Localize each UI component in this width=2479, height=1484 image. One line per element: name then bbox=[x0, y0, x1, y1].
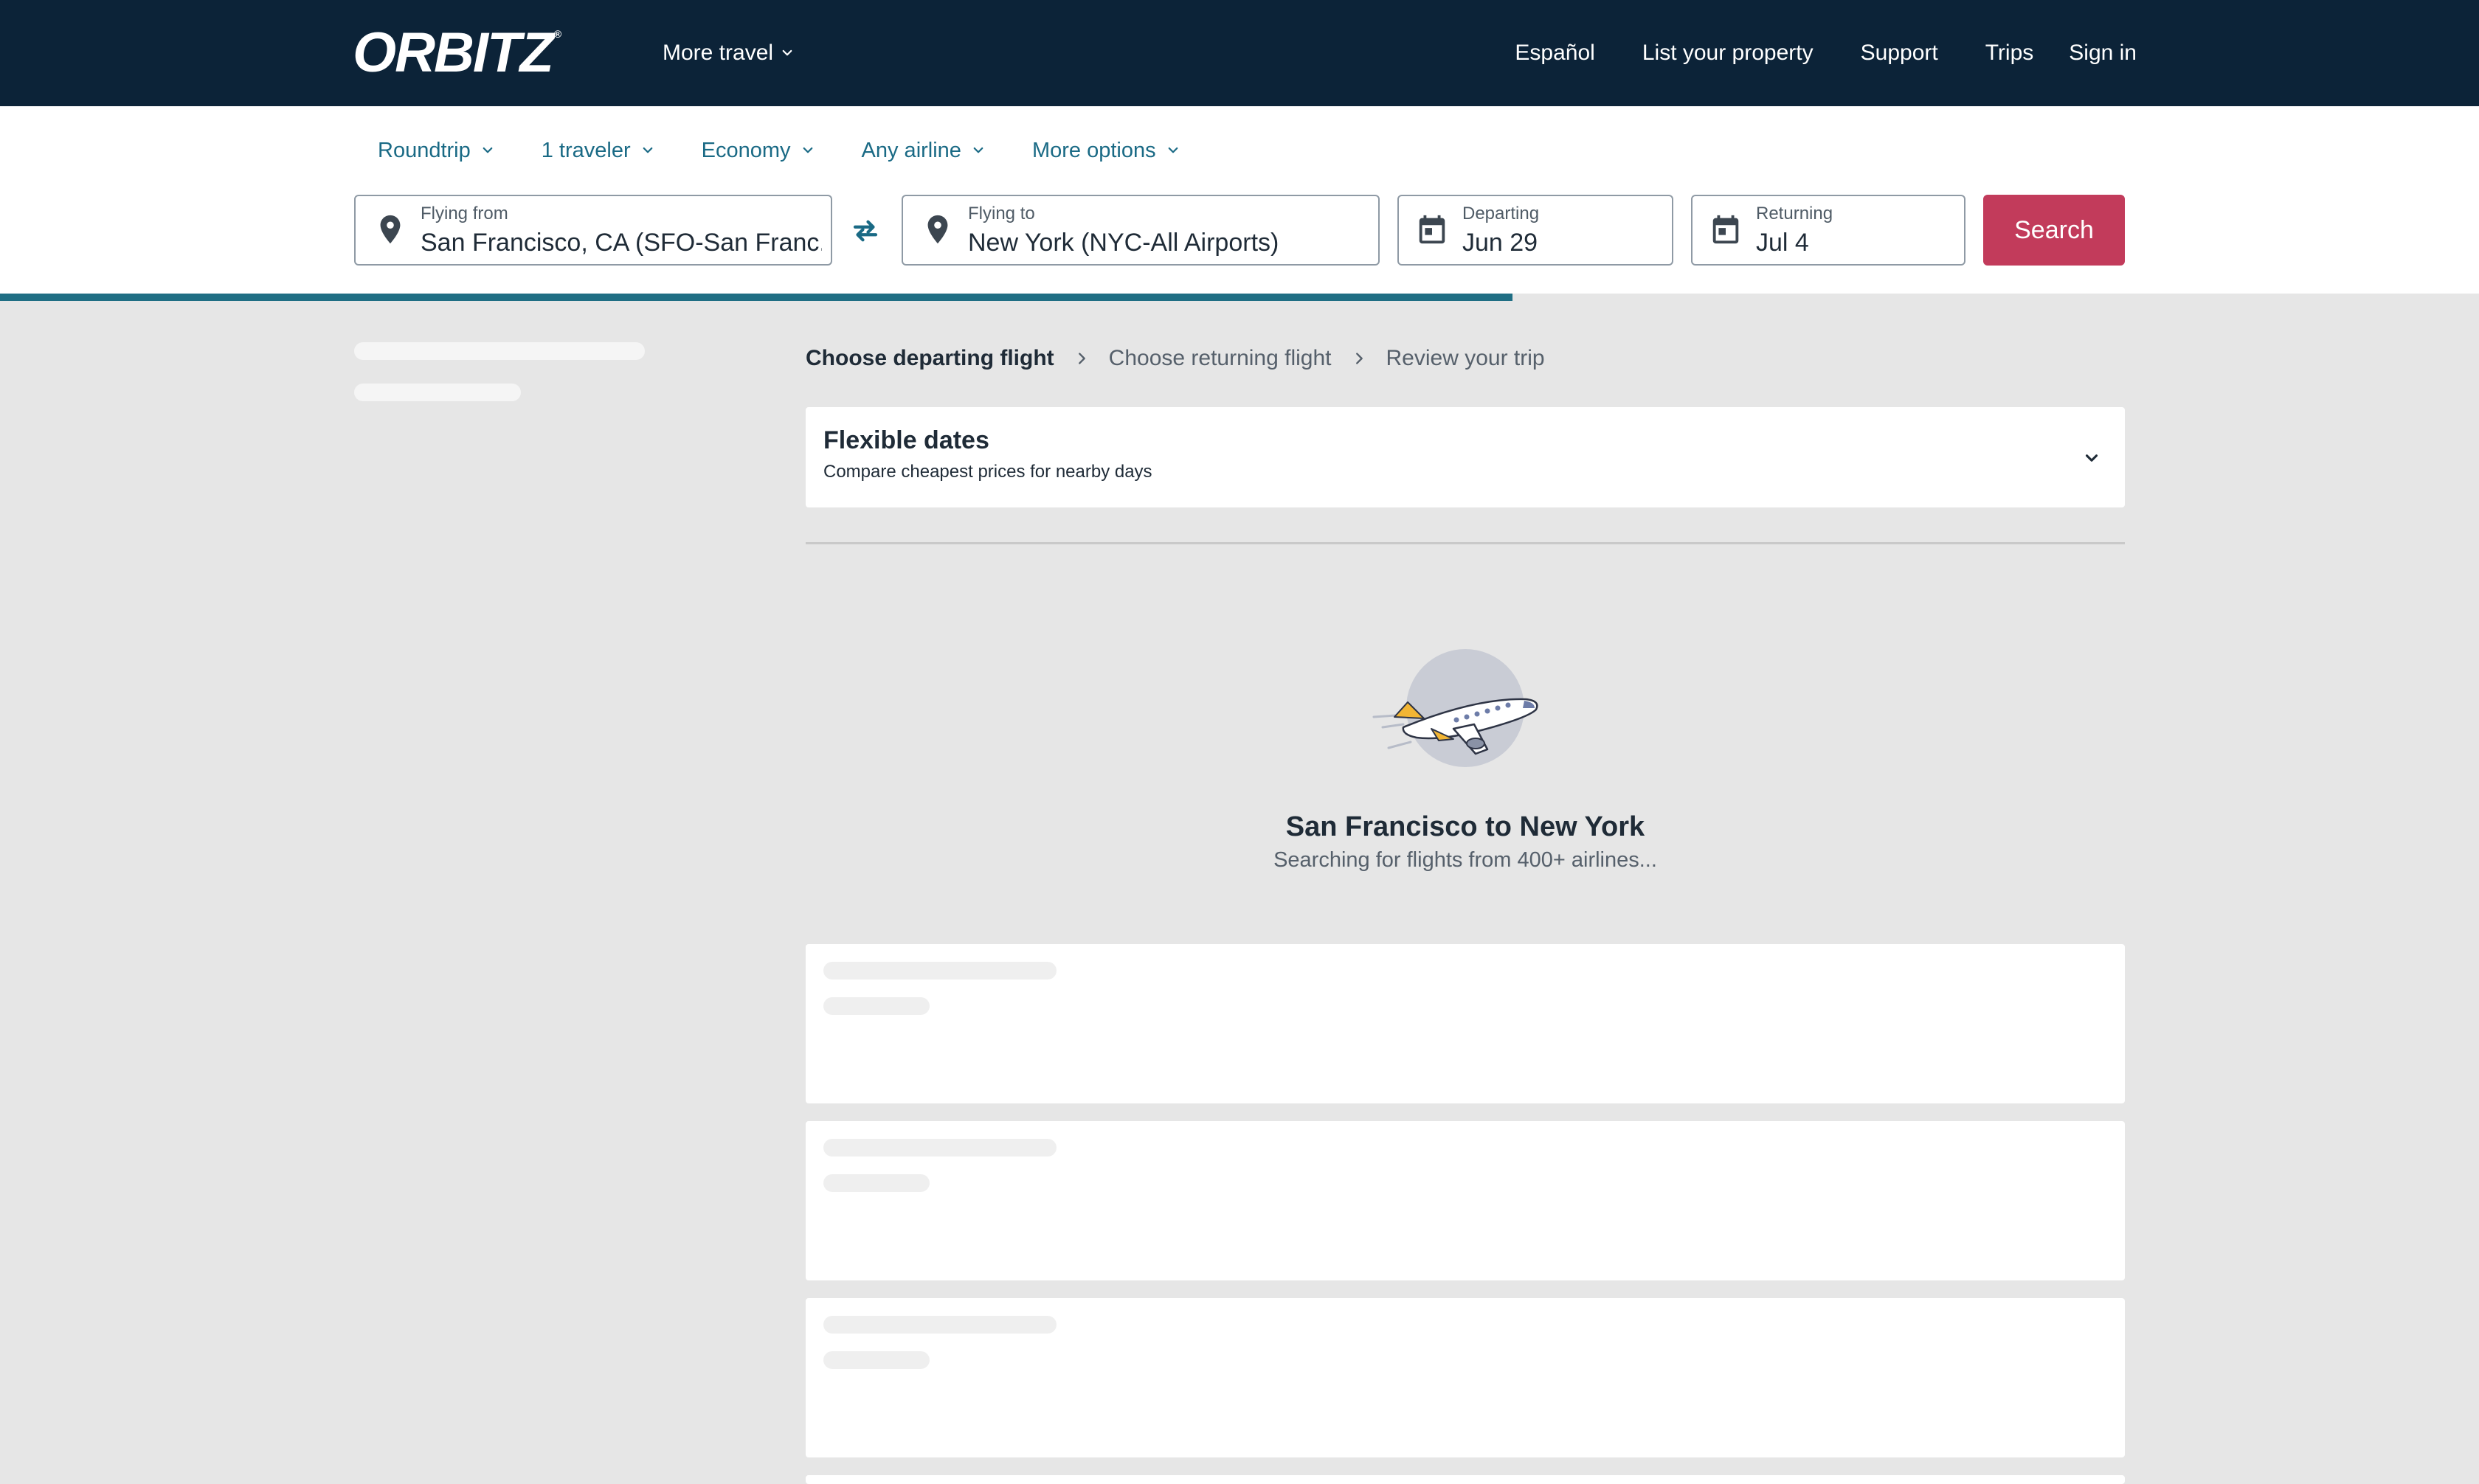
calendar-icon bbox=[1712, 215, 1739, 244]
search-button[interactable]: Search bbox=[1983, 195, 2125, 266]
trips-link[interactable]: Trips bbox=[1985, 41, 2034, 66]
flying-from-label: Flying from bbox=[421, 204, 508, 223]
language-link[interactable]: Español bbox=[1515, 41, 1594, 66]
swap-locations-button[interactable] bbox=[848, 214, 882, 248]
top-nav: ORBITZ ® More travel Español List your pr… bbox=[0, 0, 2479, 106]
flexible-dates-toggle[interactable]: Flexible dates Compare cheapest prices f… bbox=[806, 407, 2125, 507]
chevron-down-icon bbox=[1168, 147, 1178, 153]
logo-registered-mark: ® bbox=[553, 28, 561, 40]
travelers-dropdown[interactable]: 1 traveler bbox=[518, 133, 678, 168]
chevron-down-icon bbox=[803, 147, 812, 153]
sidebar-skeleton-line bbox=[354, 384, 521, 401]
search-progress-fill bbox=[0, 294, 1512, 301]
chevron-down-icon bbox=[973, 147, 983, 153]
sign-in-link[interactable]: Sign in bbox=[2069, 41, 2137, 66]
more-options-label: More options bbox=[1031, 138, 1156, 162]
header-links: Español List your property Support Trips… bbox=[1515, 37, 2137, 69]
airplane-icon bbox=[1372, 649, 1538, 767]
more-travel-label: More travel bbox=[663, 41, 774, 65]
calendar-icon bbox=[1419, 215, 1445, 244]
skeleton-line bbox=[823, 962, 1057, 979]
swap-arrows-icon bbox=[853, 220, 878, 242]
orbitz-logo[interactable]: ORBITZ ® bbox=[353, 21, 561, 84]
support-link[interactable]: Support bbox=[1861, 41, 1938, 66]
flexible-dates-title: Flexible dates bbox=[823, 426, 989, 454]
breadcrumb: Choose departing flight Choose returning… bbox=[806, 344, 1545, 373]
sidebar-skeleton-line bbox=[354, 342, 645, 360]
list-property-link[interactable]: List your property bbox=[1642, 41, 1814, 66]
loading-route-title: San Francisco to New York bbox=[1285, 811, 1645, 842]
returning-label: Returning bbox=[1756, 204, 1833, 223]
flying-from-field[interactable]: Flying from San Francisco, CA (SFO-San F… bbox=[354, 195, 832, 266]
search-options-row: Roundtrip 1 traveler Economy Any airline… bbox=[354, 133, 1203, 168]
flying-to-value: New York (NYC-All Airports) bbox=[968, 229, 1279, 257]
search-progress-bar bbox=[0, 294, 2479, 301]
result-skeleton-card bbox=[806, 1298, 2125, 1457]
result-skeleton-card bbox=[806, 1121, 2125, 1280]
logo-text: ORBITZ bbox=[353, 21, 554, 84]
more-travel-menu[interactable]: More travel bbox=[663, 37, 794, 69]
trip-type-label: Roundtrip bbox=[378, 138, 471, 162]
breadcrumb-step-departing: Choose departing flight bbox=[806, 346, 1054, 370]
skeleton-line bbox=[823, 997, 930, 1015]
cabin-class-label: Economy bbox=[701, 138, 791, 162]
cabin-class-dropdown[interactable]: Economy bbox=[678, 133, 838, 168]
loading-route-subtitle: Searching for flights from 400+ airlines… bbox=[1273, 848, 1657, 872]
results-divider bbox=[806, 542, 2125, 544]
chevron-right-icon bbox=[1073, 350, 1090, 367]
breadcrumb-step-returning: Choose returning flight bbox=[1108, 346, 1332, 370]
map-pin-icon bbox=[927, 215, 948, 244]
flying-to-field[interactable]: Flying to New York (NYC-All Airports) bbox=[902, 195, 1380, 266]
skeleton-line bbox=[823, 1139, 1057, 1157]
trip-type-dropdown[interactable]: Roundtrip bbox=[354, 133, 518, 168]
travelers-label: 1 traveler bbox=[541, 138, 631, 162]
flying-to-label: Flying to bbox=[968, 204, 1035, 223]
skeleton-line bbox=[823, 1174, 930, 1192]
flying-from-value: San Francisco, CA (SFO-San Franc... bbox=[421, 229, 822, 257]
map-pin-icon bbox=[380, 215, 401, 244]
chevron-right-icon bbox=[1351, 350, 1367, 367]
skeleton-line bbox=[823, 1316, 1057, 1334]
result-skeleton-card bbox=[806, 1475, 2125, 1484]
chevron-down-icon bbox=[782, 49, 792, 56]
airline-label: Any airline bbox=[861, 138, 961, 162]
returning-date-field[interactable]: Returning Jul 4 bbox=[1691, 195, 1965, 266]
loading-illustration bbox=[1365, 646, 1549, 772]
chevron-down-icon bbox=[643, 147, 653, 153]
breadcrumb-step-review: Review your trip bbox=[1386, 346, 1545, 370]
departing-date-field[interactable]: Departing Jun 29 bbox=[1397, 195, 1673, 266]
returning-value: Jul 4 bbox=[1756, 229, 1809, 257]
skeleton-line bbox=[823, 1351, 930, 1369]
more-options-dropdown[interactable]: More options bbox=[1009, 133, 1203, 168]
airline-dropdown[interactable]: Any airline bbox=[838, 133, 1009, 168]
flexible-dates-subtitle: Compare cheapest prices for nearby days bbox=[823, 462, 1152, 482]
departing-label: Departing bbox=[1462, 204, 1540, 223]
chevron-down-icon bbox=[483, 147, 493, 153]
result-skeleton-card bbox=[806, 944, 2125, 1103]
departing-value: Jun 29 bbox=[1462, 229, 1538, 257]
chevron-down-icon bbox=[2085, 454, 2098, 462]
